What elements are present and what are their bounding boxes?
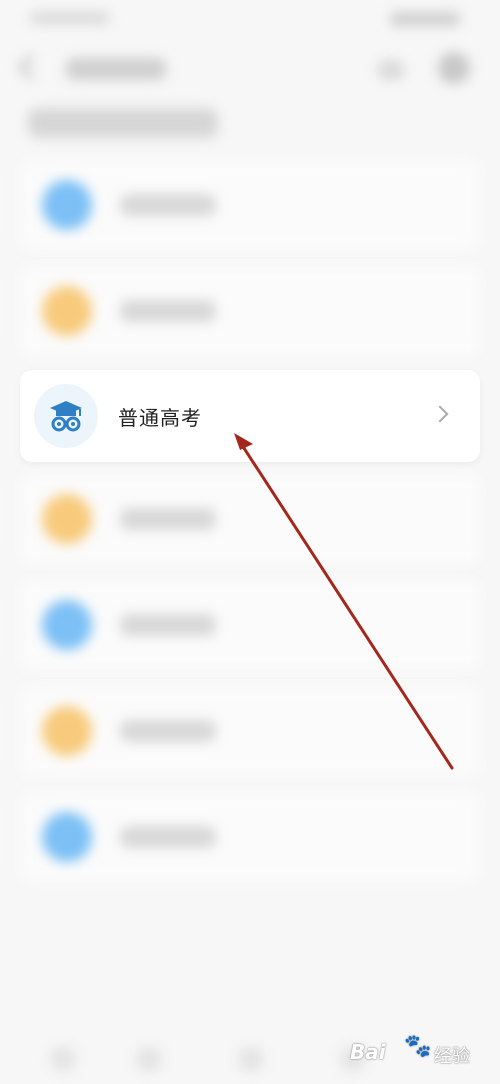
annotation-arrow — [234, 433, 454, 770]
watermark-brand: Bai — [350, 1040, 386, 1064]
paw-icon: 🐾 — [404, 1034, 432, 1059]
watermark-suffix: 经验 — [434, 1046, 470, 1067]
baidu-jingyan-watermark: Bai 🐾 经验 — [350, 1034, 480, 1070]
